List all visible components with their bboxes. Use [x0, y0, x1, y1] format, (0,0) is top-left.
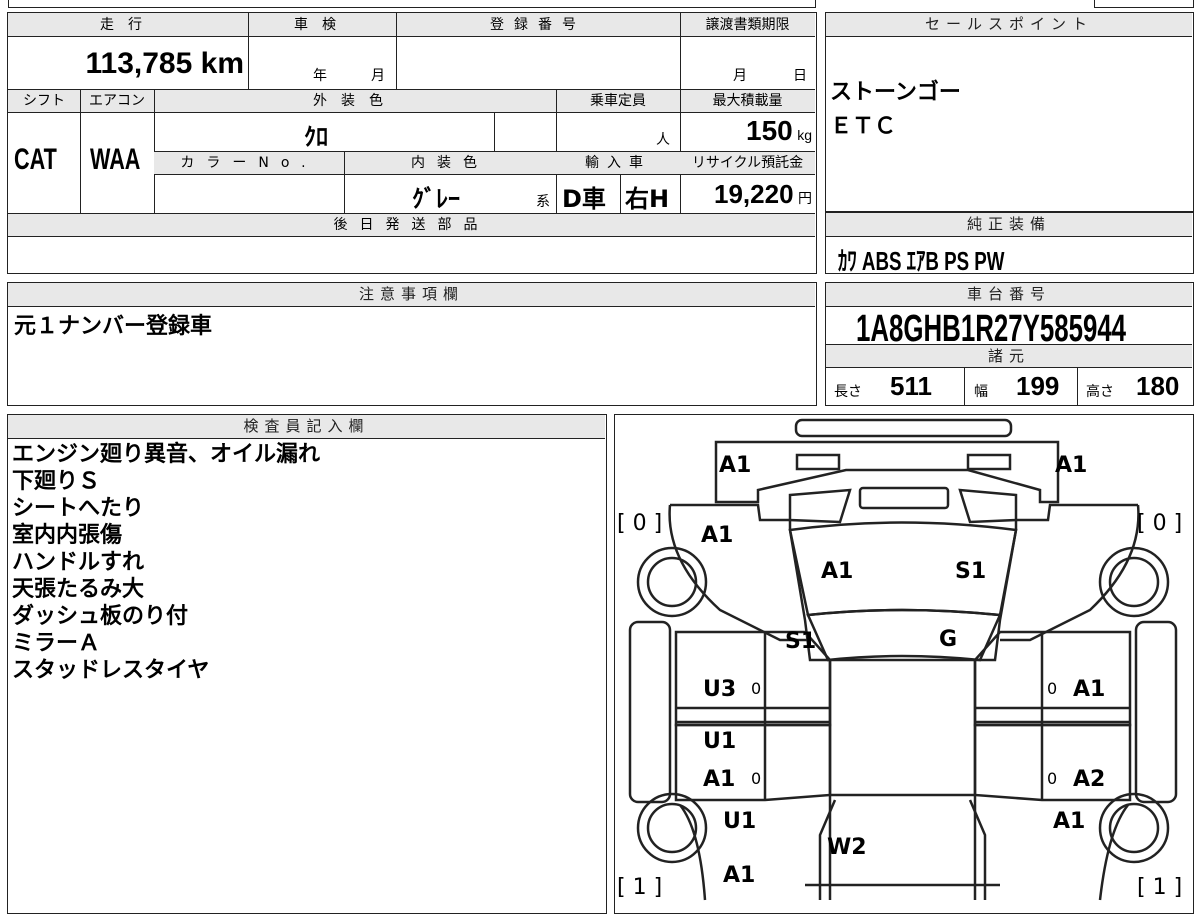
mark-fender-left: A1	[701, 523, 734, 548]
tire-fr-label: [ 0 ]	[1137, 511, 1183, 536]
mileage-unit: km	[200, 47, 244, 80]
shift-label: シフト	[23, 93, 65, 109]
vehicle-info-box: 走行 車検 登録番号 譲渡書類期限 113,785 km 年 月 月 日 シフト…	[7, 12, 817, 274]
aircon-text: WAA	[90, 143, 141, 176]
mark-hood-right: S1	[955, 559, 987, 584]
top-strip-right	[1094, 0, 1194, 8]
mark-zero-2: 0	[1047, 679, 1058, 698]
inspector-line-2: 下廻りＳ	[12, 469, 101, 494]
notes-box: 注意事項欄 元１ナンバー登録車	[7, 282, 817, 406]
top-strip	[8, 0, 816, 8]
mark-door-rl-a: U1	[703, 729, 737, 754]
height-label: 高さ	[1086, 384, 1114, 400]
car-diagram-box: [ 0 ] [ 0 ] [ 1 ] [ 1 ] A1 A1 A1 A1 S1 S…	[614, 414, 1194, 914]
tire-fl-label: [ 0 ]	[617, 511, 663, 536]
mark-zero-4: 0	[1047, 769, 1058, 788]
chassis-box: 車台番号 1A8GHB1R27Y585944 諸元 長さ 511 幅 199 高…	[825, 282, 1194, 406]
shift-text: CAT	[14, 143, 57, 176]
shaken-month-unit: 月	[371, 68, 385, 84]
interior-color-value: ｸﾞﾚｰ	[412, 185, 460, 213]
mark-hood-left: A1	[821, 559, 854, 584]
sales-point-box: セールスポイント ストーンゴー ＥＴＣ	[825, 12, 1194, 212]
shift-value: CAT	[14, 143, 80, 177]
exterior-color-label: 外装色	[313, 93, 397, 109]
equipment-value: ｶﾜ ABS ｴｱB PS PW	[838, 241, 1069, 278]
equipment-label: 純正装備	[826, 213, 1192, 237]
aircon-value: WAA	[90, 143, 154, 177]
recycle-unit: 円	[798, 190, 812, 206]
mark-door-rl-b: A1	[703, 767, 736, 792]
transfer-day-unit: 日	[793, 68, 807, 84]
width-value: 199	[1016, 371, 1060, 401]
mark-roof-rear: W2	[827, 835, 867, 860]
max-load-value: 150 kg	[680, 115, 812, 147]
inspector-line-9: スタッドレスタイヤ	[12, 658, 210, 683]
recycle-value: 19,220 円	[680, 179, 812, 210]
inspector-line-1: エンジン廻り異音、オイル漏れ	[12, 442, 321, 467]
mileage-number: 113,785	[85, 47, 193, 80]
length-label: 長さ	[834, 384, 862, 400]
mark-windshield-right: G	[939, 627, 958, 652]
mark-zero-3: 0	[751, 769, 762, 788]
inspector-line-3: シートへたり	[12, 496, 145, 521]
shaken-label: 車検	[294, 17, 350, 33]
specs-label: 諸元	[826, 344, 1192, 368]
equipment-box: 純正装備 ｶﾜ ABS ｴｱB PS PW	[825, 212, 1194, 276]
color-no-label: カラーNo.	[180, 155, 318, 171]
registration-label: 登録番号	[490, 17, 586, 33]
width-label: 幅	[974, 384, 988, 400]
mark-front-left: A1	[719, 453, 752, 478]
capacity-unit: 人	[656, 132, 670, 148]
notes-label: 注意事項欄	[8, 283, 815, 307]
sales-point-line-2: ＥＴＣ	[830, 114, 897, 139]
mark-zero-1: 0	[751, 679, 762, 698]
max-load-label: 最大積載量	[712, 93, 783, 109]
transfer-month-unit: 月	[733, 68, 747, 84]
chassis-label: 車台番号	[826, 283, 1192, 307]
import-label: 輸入車	[585, 155, 651, 171]
inspector-box: 検査員記入欄 エンジン廻り異音、オイル漏れ 下廻りＳ シートへたり 室内内張傷 …	[7, 414, 607, 914]
mark-front-right: A1	[1055, 453, 1088, 478]
tire-rr-label: [ 1 ]	[1137, 875, 1183, 900]
inspector-line-5: ハンドルすれ	[12, 550, 145, 575]
inspector-line-7: ダッシュ板のり付	[12, 604, 189, 629]
mark-quarter-right: A1	[1053, 809, 1086, 834]
mark-quarter-left: U1	[723, 809, 757, 834]
car-outline	[628, 418, 1178, 901]
exterior-color-value: ｸﾛ	[304, 123, 328, 151]
capacity-label: 乗車定員	[590, 93, 646, 109]
mark-windshield-left: S1	[785, 629, 817, 654]
later-parts-label: 後日発送部品	[333, 217, 490, 233]
equipment-text: ｶﾜ ABS ｴｱB PS PW	[838, 246, 1005, 276]
transfer-label: 譲渡書類期限	[705, 17, 790, 33]
inspector-line-4: 室内内張傷	[12, 523, 123, 548]
sales-point-line-1: ストーンゴー	[830, 80, 961, 105]
aircon-label: エアコン	[89, 93, 145, 109]
mark-door-fl: U3	[703, 677, 737, 702]
inspector-label: 検査員記入欄	[8, 415, 605, 439]
sales-point-label: セールスポイント	[826, 13, 1192, 37]
notes-text: 元１ナンバー登録車	[14, 314, 213, 339]
mark-door-fr: A1	[1073, 677, 1106, 702]
max-load-number: 150	[746, 115, 793, 146]
interior-color-suffix: 系	[536, 194, 550, 210]
recycle-label: リサイクル預託金	[691, 155, 804, 171]
mark-rear: A1	[723, 863, 756, 888]
mark-door-rr: A2	[1073, 767, 1106, 792]
mileage-value: 113,785 km	[8, 41, 245, 87]
height-value: 180	[1136, 371, 1180, 401]
mileage-label: 走行	[100, 17, 156, 33]
import-type: D車	[562, 185, 606, 213]
max-load-unit: kg	[797, 127, 812, 143]
recycle-number: 19,220	[714, 179, 794, 209]
inspector-line-8: ミラーＡ	[12, 631, 101, 656]
interior-color-label: 内装色	[411, 155, 489, 171]
import-steering: 右H	[625, 185, 670, 213]
shaken-year-unit: 年	[313, 68, 327, 84]
length-value: 511	[890, 371, 932, 401]
inspector-line-6: 天張たるみ大	[12, 577, 145, 602]
tire-rl-label: [ 1 ]	[617, 875, 663, 900]
